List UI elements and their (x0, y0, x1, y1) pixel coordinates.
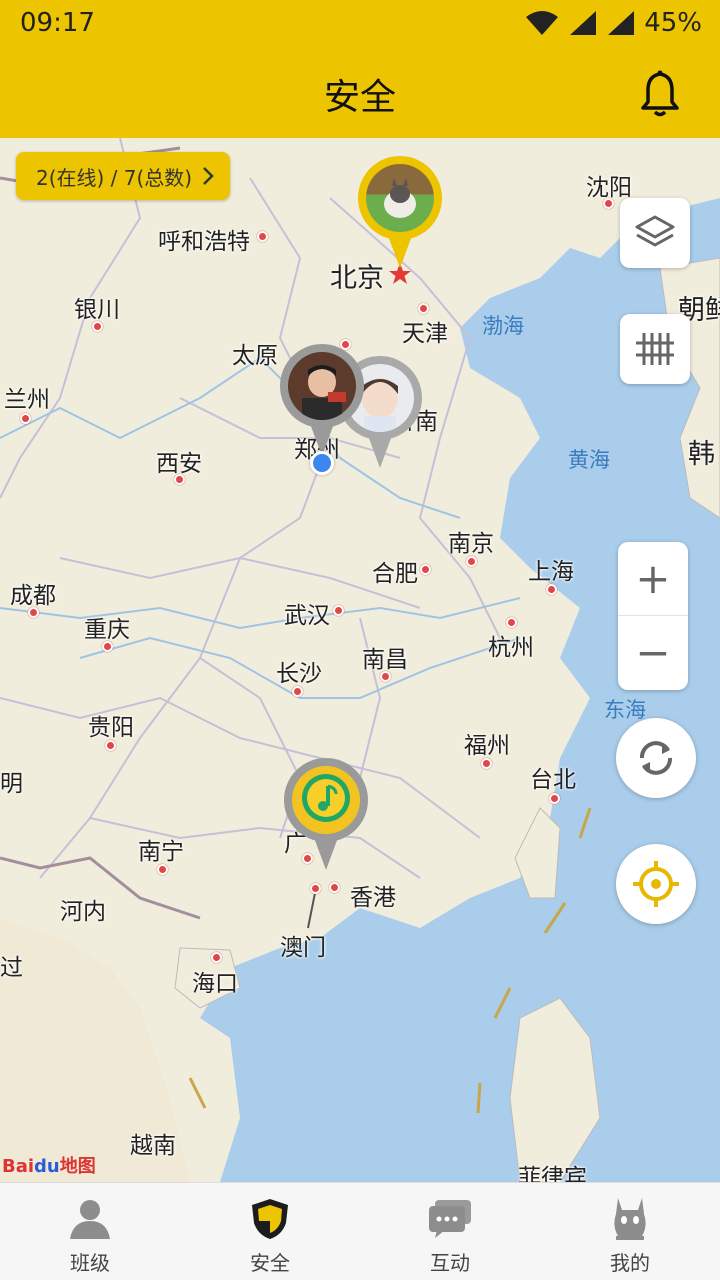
page-title: 安全 (323, 77, 396, 118)
tab-class-label: 班级 (70, 1251, 110, 1275)
city-label-nanchang: 南昌 (362, 647, 408, 673)
locate-button[interactable] (616, 844, 696, 924)
my-location-dot (310, 451, 334, 475)
status-icons: 45% (524, 8, 702, 38)
child-avatar-1 (288, 352, 356, 420)
city-dot (506, 617, 517, 628)
marker-qq-music[interactable] (284, 758, 368, 876)
qq-music-avatar (292, 766, 360, 834)
city-label-hohhot: 呼和浩特 (158, 229, 250, 255)
zoom-in-label: + (635, 554, 671, 603)
tab-class[interactable]: 班级 (0, 1183, 180, 1280)
city-label-changsha: 长沙 (276, 661, 322, 687)
city-label-tianjin: 天津 (402, 321, 448, 347)
status-time: 09:17 (20, 8, 95, 38)
sea-label-yellow: 黄海 (568, 448, 610, 472)
app-bar: 安全 (0, 52, 720, 138)
online-summary-text: 2(在线) / 7(总数) (36, 165, 193, 190)
city-label-taiyuan: 太原 (232, 343, 278, 369)
city-label-shanghai: 上海 (528, 559, 574, 585)
sea-label-bohai: 渤海 (482, 314, 524, 338)
city-label-xian: 西安 (156, 451, 202, 477)
zoom-out-label: − (635, 627, 671, 677)
city-dot (333, 605, 344, 616)
wifi-icon (526, 11, 559, 35)
sea-label-east: 东海 (604, 698, 646, 722)
tab-interact-label: 互动 (430, 1251, 470, 1275)
online-summary-button[interactable]: 2(在线) / 7(总数) (16, 152, 231, 200)
city-dot (549, 793, 560, 804)
city-label-nanjing: 南京 (448, 531, 494, 557)
layers-icon (635, 215, 675, 247)
city-label-korea-south: 韩 (688, 439, 715, 470)
city-label-chongqing: 重庆 (84, 617, 130, 643)
refresh-icon (640, 741, 672, 775)
city-dot (20, 413, 31, 424)
grid-button[interactable] (620, 314, 690, 384)
marker-child-1[interactable] (280, 344, 364, 462)
city-label-haikou: 海口 (192, 971, 238, 997)
dog-avatar (366, 164, 434, 232)
shield-icon (252, 1199, 288, 1239)
city-label-taipei: 台北 (530, 767, 576, 793)
tab-mine[interactable]: 我的 (540, 1183, 720, 1280)
city-label-shenyang: 沈阳 (586, 175, 632, 201)
bell-icon[interactable] (640, 70, 680, 118)
chat-icon (429, 1200, 471, 1238)
tab-safety-label: 安全 (250, 1251, 290, 1275)
city-label-hefei: 合肥 (372, 561, 418, 587)
city-label-laos: 过 (0, 955, 23, 981)
chevron-right-icon (203, 167, 214, 185)
tab-interact[interactable]: 互动 (360, 1183, 540, 1280)
city-label-fuzhou: 福州 (464, 733, 510, 759)
city-label-guiyang: 贵阳 (88, 715, 134, 741)
city-label-hanoi: 河内 (60, 899, 106, 925)
city-label-lanzhou: 兰州 (4, 387, 50, 413)
city-label-macau: 澳门 (280, 935, 326, 961)
bottom-tab-bar: 班级 安全 互动 我的 (0, 1182, 720, 1280)
baidu-map-logo: Baidu地图 (2, 1156, 96, 1177)
city-dot (418, 303, 429, 314)
city-label-chengdu: 成都 (10, 583, 56, 609)
class-icon (70, 1200, 110, 1239)
city-label-yinchuan: 银川 (74, 297, 120, 323)
city-dot (211, 952, 222, 963)
map-view[interactable]: 北京 天津 沈阳 呼和浩特 银川 太原 兰州 西安 郑州 济南 南京 合肥 上海… (0, 138, 720, 1182)
city-dot (420, 564, 431, 575)
city-dot (329, 882, 340, 893)
status-bar: 09:17 45% (0, 0, 720, 52)
city-label-wuhan: 武汉 (284, 603, 330, 629)
marker-dog[interactable] (358, 156, 442, 274)
layers-button[interactable] (620, 198, 690, 268)
refresh-button[interactable] (616, 718, 696, 798)
signal-icon (570, 11, 597, 35)
signal-icon-2 (608, 11, 635, 35)
zoom-controls: + − (618, 542, 688, 690)
city-label-kunming: 明 (0, 771, 23, 797)
battery-level: 45% (644, 8, 702, 38)
city-label-hongkong: 香港 (350, 885, 396, 911)
locate-icon (633, 861, 679, 907)
city-label-nanning: 南宁 (138, 839, 184, 865)
city-label-philippines: 菲律宾 (518, 1165, 587, 1182)
grid-icon (636, 333, 674, 365)
tab-safety[interactable]: 安全 (180, 1183, 360, 1280)
tab-mine-label: 我的 (610, 1251, 650, 1275)
zoom-in-button[interactable]: + (618, 543, 688, 616)
city-label-hangzhou: 杭州 (488, 635, 534, 661)
city-dot (257, 231, 268, 242)
city-label-vietnam: 越南 (130, 1133, 176, 1159)
zoom-out-button[interactable]: − (618, 616, 688, 689)
profile-icon (614, 1198, 646, 1240)
city-dot (310, 883, 321, 894)
